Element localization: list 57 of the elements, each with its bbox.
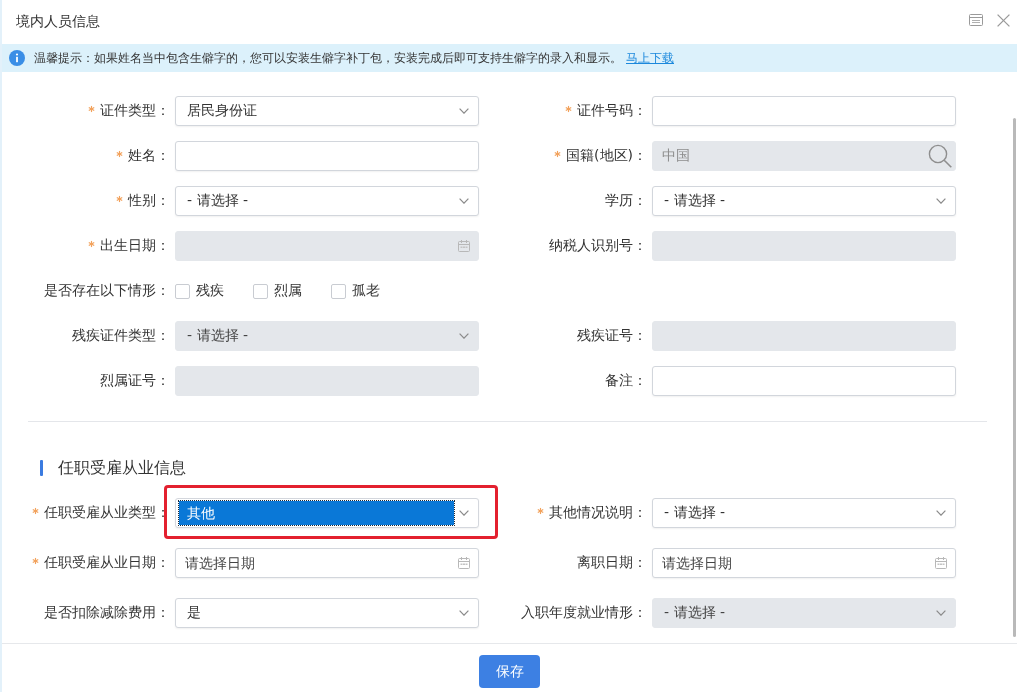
chevron-icon	[459, 510, 469, 516]
date-field[interactable]: 请选择日期	[175, 548, 479, 578]
scrollbar[interactable]	[1013, 118, 1016, 637]
chevron-icon	[459, 333, 469, 339]
chevron-icon	[459, 108, 469, 114]
field-label: 出生日期：	[100, 237, 170, 255]
field-label: 姓名：	[128, 147, 170, 165]
field-label: 是否扣除减除费用：	[44, 604, 170, 622]
maximize-icon[interactable]	[969, 14, 983, 26]
field-label: 备注：	[605, 372, 647, 390]
window-title: 境内人员信息	[16, 13, 100, 31]
close-icon[interactable]	[997, 13, 1010, 27]
select-field[interactable]: - 请选择 -	[175, 186, 479, 216]
field-label: 是否存在以下情形：	[44, 282, 170, 300]
field-label: 入职年度就业情形：	[521, 604, 647, 622]
field-label: 国籍(地区)：	[566, 147, 647, 165]
field-label: 残疾证件类型：	[72, 327, 170, 345]
checkbox-label[interactable]: 孤老	[352, 282, 380, 300]
field-label: 证件号码：	[577, 102, 647, 120]
field-label: 学历：	[605, 192, 647, 210]
text-field[interactable]	[175, 141, 479, 171]
checkbox-label[interactable]: 烈属	[274, 282, 302, 300]
select-field[interactable]: 居民身份证	[175, 96, 479, 126]
search-icon[interactable]	[928, 144, 952, 168]
field-label: 烈属证号：	[100, 372, 170, 390]
chevron-icon	[936, 510, 946, 516]
checkbox[interactable]	[175, 283, 190, 299]
field-label: 纳税人识别号：	[549, 237, 647, 255]
calendar-icon[interactable]	[458, 557, 470, 569]
field-label: 任职受雇从业类型：	[44, 504, 170, 522]
chevron-icon	[936, 610, 946, 616]
section-title: 任职受雇从业信息	[58, 457, 186, 479]
checkbox-label[interactable]: 残疾	[196, 282, 224, 300]
text-field[interactable]	[652, 96, 956, 126]
field-label: 证件类型：	[100, 102, 170, 120]
checkbox[interactable]	[331, 283, 346, 299]
info-icon	[9, 50, 25, 66]
save-button[interactable]: 保存	[479, 655, 540, 688]
chevron-icon	[459, 610, 469, 616]
field-label: 任职受雇从业日期：	[44, 554, 170, 572]
date-field[interactable]: 请选择日期	[652, 548, 956, 578]
notice-text: 温馨提示：如果姓名当中包含生僻字的，您可以安装生僻字补丁包，安装完成后即可支持生僻字的录入和显示。 马上下载	[34, 49, 674, 67]
calendar-icon[interactable]	[458, 240, 470, 252]
select-field[interactable]: - 请选择 -	[652, 186, 956, 216]
chevron-icon	[459, 198, 469, 204]
select-field[interactable]: - 请选择 -	[652, 498, 956, 528]
calendar-icon[interactable]	[935, 557, 947, 569]
field-label: 离职日期：	[577, 554, 647, 572]
select-field[interactable]: 其他	[175, 498, 479, 528]
checkbox[interactable]	[253, 283, 268, 299]
field-label: 性别：	[128, 192, 170, 210]
field-label: 残疾证号：	[577, 327, 647, 345]
section-bar-icon	[40, 460, 43, 476]
field-label: 其他情况说明：	[549, 504, 647, 522]
text-field[interactable]	[652, 366, 956, 396]
select-field[interactable]: 是	[175, 598, 479, 628]
chevron-icon	[936, 198, 946, 204]
